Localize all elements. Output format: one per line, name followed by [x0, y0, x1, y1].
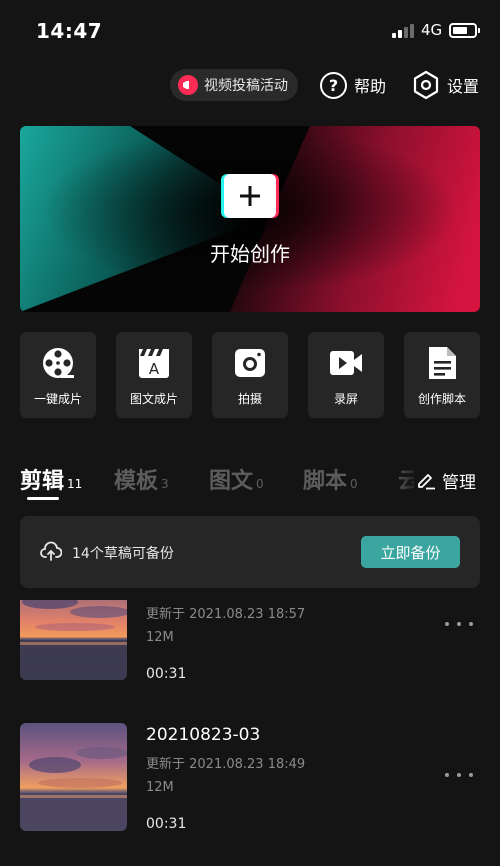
- tab-count: 3: [161, 477, 169, 491]
- tool-label: 图文成片: [129, 392, 178, 406]
- settings-button[interactable]: 设置: [412, 70, 479, 100]
- more-options-icon[interactable]: [445, 620, 473, 628]
- tab-count: 0: [350, 477, 358, 491]
- video-camera-icon: [330, 351, 362, 375]
- promo-label: 视频投稿活动: [204, 78, 288, 94]
- signal-icon: [392, 24, 414, 38]
- tab-edit[interactable]: 剪辑 11: [20, 463, 82, 495]
- plus-icon: [240, 186, 260, 206]
- draft-duration: 00:31: [146, 666, 187, 682]
- tab-image-text[interactable]: 图文 0: [209, 463, 264, 495]
- edit-pencil-icon: [418, 474, 435, 490]
- backup-banner: 14个草稿可备份 立即备份: [20, 516, 480, 588]
- start-creating-label: 开始创作: [210, 242, 290, 266]
- start-creating-card[interactable]: [20, 126, 480, 312]
- tab-name: 剪辑: [20, 469, 65, 494]
- tool-creation-script[interactable]: 创作脚本: [404, 332, 480, 418]
- backup-message: 14个草稿可备份: [72, 546, 174, 562]
- draft-thumbnail: [20, 600, 127, 680]
- tool-label: 录屏: [333, 392, 358, 406]
- video-submission-activity-button[interactable]: 视频投稿活动: [170, 69, 298, 101]
- help-button[interactable]: ? 帮助: [320, 70, 386, 100]
- script-document-icon: [429, 347, 456, 379]
- draft-updated: 更新于 2021.08.23 18:57: [146, 607, 306, 622]
- tab-name: 脚本: [303, 469, 348, 494]
- hero-background: [20, 126, 480, 312]
- draft-updated: 更新于 2021.08.23 18:49: [146, 757, 306, 772]
- draft-size: 12M: [146, 630, 174, 645]
- battery-icon: [449, 23, 480, 38]
- tab-count: 0: [256, 477, 264, 491]
- camera-icon: [235, 349, 265, 377]
- manage-button[interactable]: 管理: [414, 466, 476, 494]
- tab-templates[interactable]: 模板 3: [114, 463, 169, 495]
- megaphone-icon: [178, 75, 198, 95]
- tab-name: 模板: [114, 469, 159, 494]
- help-label: 帮助: [354, 77, 387, 96]
- tool-label: 创作脚本: [417, 392, 466, 406]
- more-options-icon[interactable]: [445, 771, 473, 779]
- tab-name: 图文: [209, 469, 254, 494]
- draft-item[interactable]: 20210823-03 更新于 2021.08.23 18:49 12M 00:…: [0, 723, 500, 832]
- tool-screen-record[interactable]: 录屏: [308, 332, 384, 418]
- manage-label: 管理: [442, 472, 476, 493]
- draft-size: 12M: [146, 780, 174, 795]
- tool-label: 拍摄: [237, 392, 262, 406]
- draft-item[interactable]: 更新于 2021.08.23 18:57 12M 00:31: [0, 600, 500, 682]
- draft-duration: 00:31: [146, 816, 187, 832]
- tool-text-to-video[interactable]: A 图文成片: [116, 332, 192, 418]
- network-type: 4G: [421, 21, 443, 39]
- settings-hexagon-icon: [413, 70, 439, 100]
- film-reel-icon: [43, 348, 74, 378]
- tab-count: 11: [67, 477, 83, 491]
- draft-thumbnail: [20, 723, 127, 831]
- drafts-list: 更新于 2021.08.23 18:57 12M 00:31 20210823-…: [0, 600, 500, 866]
- backup-now-button[interactable]: 立即备份: [361, 536, 460, 568]
- status-time: 14:47: [36, 19, 103, 43]
- tool-label: 一键成片: [33, 392, 82, 406]
- status-bar: 14:47 4G: [0, 0, 500, 60]
- tool-shoot[interactable]: 拍摄: [212, 332, 288, 418]
- draft-title: 20210823-03: [146, 725, 261, 745]
- tab-scripts[interactable]: 脚本 0: [303, 463, 358, 495]
- cloud-upload-icon: [40, 541, 62, 561]
- help-icon: ?: [320, 71, 347, 99]
- svg-text:A: A: [149, 360, 160, 378]
- text-clapper-icon: A: [139, 349, 169, 378]
- create-plus-button[interactable]: [224, 174, 276, 218]
- settings-label: 设置: [447, 77, 480, 96]
- active-tab-indicator: [27, 497, 59, 500]
- tool-one-click-video[interactable]: 一键成片: [20, 332, 96, 418]
